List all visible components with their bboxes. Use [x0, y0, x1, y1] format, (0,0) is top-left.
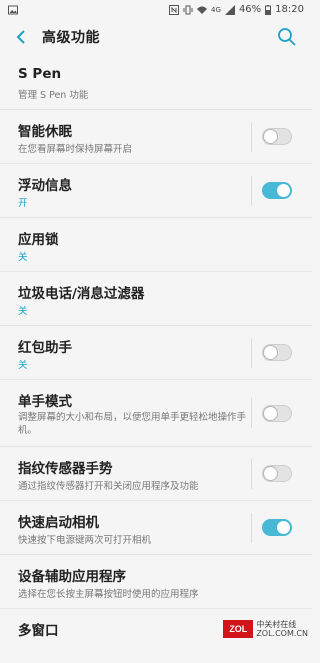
image-notification-icon	[8, 5, 18, 14]
network-type: 4G	[211, 5, 221, 14]
wifi-icon	[197, 6, 208, 14]
clock: 18:20	[275, 4, 304, 15]
toggle-knob	[276, 183, 291, 198]
setting-one-handed-mode[interactable]: 单手模式 调整屏幕的大小和布局，以便您用单手更轻松地操作手机。	[0, 380, 312, 447]
setting-title: 应用锁	[18, 232, 59, 248]
setting-subtitle: 快速按下电源键两次可打开相机	[18, 535, 152, 546]
setting-status: 开	[18, 198, 28, 209]
setting-app-lock[interactable]: 应用锁 关	[0, 218, 312, 272]
one-handed-mode-toggle[interactable]	[262, 405, 292, 422]
toggle-knob	[263, 466, 278, 481]
quick-launch-camera-toggle[interactable]	[262, 519, 292, 536]
setting-title: 浮动信息	[18, 178, 72, 194]
setting-title: 快速启动相机	[18, 515, 99, 531]
divider	[251, 513, 252, 543]
watermark-line2: ZOL.COM.CN	[256, 629, 308, 638]
zol-logo: ZOL	[223, 620, 254, 638]
setting-subtitle: 调整屏幕的大小和布局，以便您用单手更轻松地操作手机。	[18, 412, 247, 436]
watermark-line1: 中关村在线	[256, 620, 297, 629]
setting-subtitle: 通过指纹传感器打开和关闭应用程序及功能	[18, 481, 199, 492]
setting-smart-stay[interactable]: 智能休眠 在您看屏幕时保持屏幕开启	[0, 110, 312, 164]
divider	[251, 459, 252, 489]
finger-sensor-toggle[interactable]	[262, 465, 292, 482]
battery-percent: 46%	[238, 4, 262, 15]
setting-red-packet-assistant[interactable]: 红包助手 关	[0, 326, 312, 380]
setting-s-pen[interactable]: S Pen 管理 S Pen 功能	[0, 56, 312, 110]
setting-subtitle: 在您看屏幕时保持屏幕开启	[18, 144, 133, 155]
divider	[251, 122, 252, 152]
smart-stay-toggle[interactable]	[262, 128, 292, 145]
toggle-knob	[263, 345, 278, 360]
vibrate-icon	[183, 5, 193, 14]
divider	[251, 398, 252, 428]
battery-icon	[265, 4, 272, 15]
back-button[interactable]	[10, 26, 32, 48]
red-packet-toggle[interactable]	[262, 344, 292, 361]
toggle-knob	[263, 129, 278, 144]
setting-title: 设备辅助应用程序	[18, 569, 126, 585]
settings-list: S Pen 管理 S Pen 功能 智能休眠 在您看屏幕时保持屏幕开启 浮动信息…	[0, 56, 312, 663]
toggle-knob	[276, 520, 291, 535]
setting-floating-notifications[interactable]: 浮动信息 开	[0, 164, 312, 218]
watermark: ZOL 中关村在线 ZOL.COM.CN	[223, 620, 308, 638]
floating-notifications-toggle[interactable]	[262, 182, 292, 199]
signal-icon	[224, 4, 235, 15]
status-bar: 4G 46% 18:20	[0, 0, 312, 19]
setting-title: 多窗口	[18, 623, 59, 639]
search-icon[interactable]	[276, 26, 298, 48]
setting-spam-filter[interactable]: 垃圾电话/消息过滤器 关	[0, 272, 312, 326]
setting-subtitle: 选择在您长按主屏幕按钮时使用的应用程序	[18, 589, 199, 600]
divider	[251, 176, 252, 206]
setting-finger-sensor-gestures[interactable]: 指纹传感器手势 通过指纹传感器打开和关闭应用程序及功能	[0, 447, 312, 501]
setting-title: 单手模式	[18, 394, 72, 410]
toggle-knob	[263, 406, 278, 421]
setting-title: 智能休眠	[18, 124, 72, 140]
setting-title: 红包助手	[18, 340, 72, 356]
setting-status: 关	[18, 252, 28, 263]
setting-subtitle: 管理 S Pen 功能	[18, 90, 89, 101]
chevron-left-icon	[16, 30, 25, 44]
setting-title: 指纹传感器手势	[18, 461, 113, 477]
divider	[251, 338, 252, 368]
setting-status: 关	[18, 306, 28, 317]
setting-title: 垃圾电话/消息过滤器	[18, 286, 145, 302]
page-title: 高级功能	[42, 30, 100, 46]
watermark-text: 中关村在线 ZOL.COM.CN	[256, 620, 308, 638]
nfc-icon	[169, 4, 180, 15]
app-bar: 高级功能	[0, 19, 312, 55]
setting-status: 关	[18, 360, 28, 371]
setting-device-assistance-app[interactable]: 设备辅助应用程序 选择在您长按主屏幕按钮时使用的应用程序	[0, 555, 312, 609]
setting-title: S Pen	[18, 66, 62, 82]
setting-quick-launch-camera[interactable]: 快速启动相机 快速按下电源键两次可打开相机	[0, 501, 312, 555]
